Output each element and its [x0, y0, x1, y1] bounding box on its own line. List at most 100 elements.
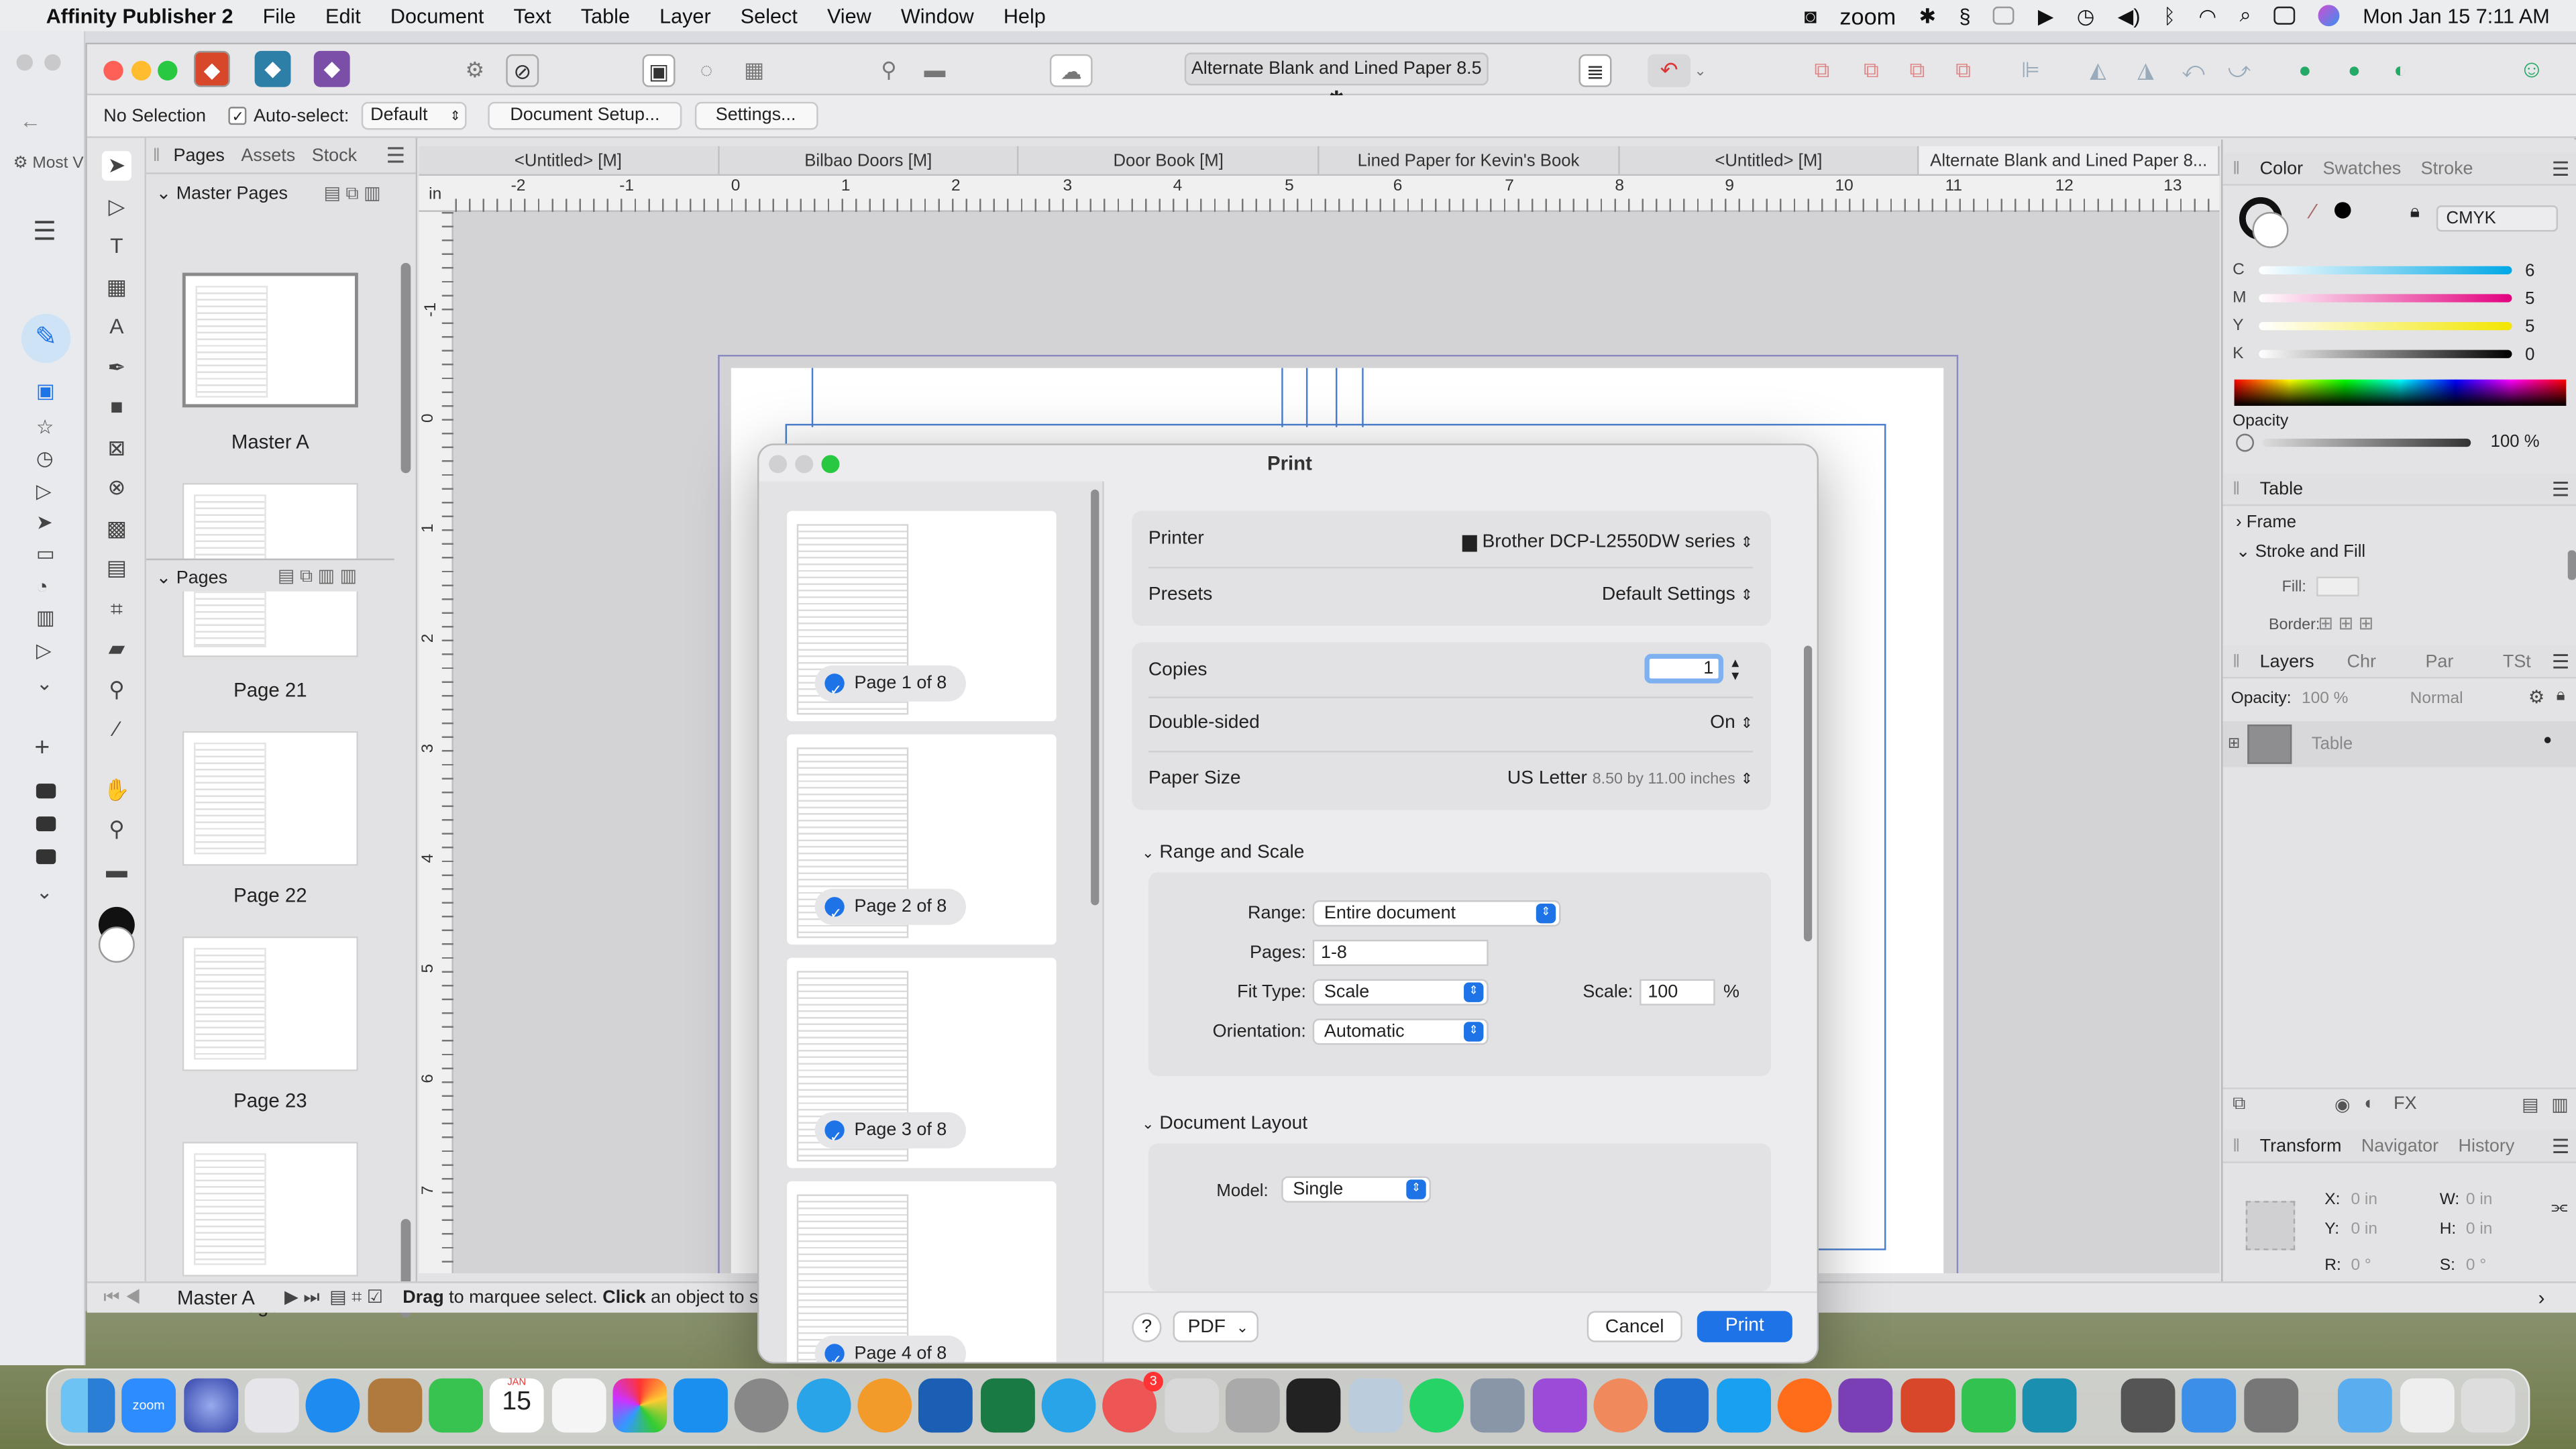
page-21-thumbnail[interactable] [182, 591, 358, 657]
page-24-thumbnail[interactable] [182, 1142, 358, 1277]
page-options-icon[interactable]: ▤ ⌗ ☑ [329, 1287, 383, 1309]
tab-swatches[interactable]: Swatches [2322, 158, 2401, 178]
camera-icon[interactable]: ◙ [1805, 4, 1817, 27]
eyedropper-tool-icon[interactable]: ⁄ [102, 714, 131, 744]
search-icon[interactable]: ⌕ [2240, 3, 2251, 28]
preview-scrollbar[interactable] [1091, 489, 1099, 906]
calendar-icon[interactable]: JAN 15 [489, 1378, 544, 1433]
mask-icon[interactable]: ⧉ [2233, 1094, 2245, 1116]
trash-icon[interactable]: ▥ [2551, 1094, 2568, 1115]
fx-icon[interactable]: FX [2394, 1094, 2416, 1114]
tab-tst[interactable]: TSt [2503, 651, 2531, 671]
channel-k-value[interactable]: 0 [2525, 345, 2534, 364]
tab-par[interactable]: Par [2425, 651, 2453, 671]
close-button[interactable] [103, 60, 123, 81]
move-tool-icon[interactable]: ➤ [101, 151, 131, 181]
crop-tool-icon[interactable]: ⌗ [102, 595, 131, 625]
menu-file[interactable]: File [263, 4, 296, 27]
mail-icon[interactable] [2182, 1378, 2237, 1433]
picture-frame-tool-icon[interactable]: ⊠ [102, 434, 131, 464]
page-23-thumbnail[interactable] [182, 936, 358, 1071]
tab-transform[interactable]: Transform [2260, 1136, 2342, 1155]
pencil-icon[interactable]: ✎ [21, 313, 71, 364]
photos-icon[interactable] [612, 1378, 667, 1433]
doc-tab[interactable]: Lined Paper for Kevin's Book [1320, 146, 1619, 174]
zoom-status[interactable]: zoom [1839, 3, 1896, 29]
scale-input[interactable]: 100 [1640, 979, 1715, 1006]
app-menu[interactable]: Affinity Publisher 2 [46, 4, 233, 27]
settings-scrollbar[interactable] [1803, 645, 1813, 942]
double-sided-row[interactable]: Double-sided On ⇕ [1148, 713, 1753, 733]
zoom-button[interactable] [158, 60, 178, 81]
boolean-subtract-icon[interactable]: ● [2338, 54, 2371, 87]
activity-icon[interactable] [2022, 1378, 2077, 1433]
chevron-down-icon[interactable]: ⌄ [1690, 54, 1710, 87]
chevron-down-icon[interactable]: ⌄ [36, 672, 53, 695]
text-frame-icon[interactable]: ≣ [1578, 54, 1612, 87]
send-icon[interactable]: ➤ [36, 511, 53, 534]
pin-icon[interactable]: ⚲ [872, 54, 905, 87]
color-dot[interactable] [2334, 202, 2351, 219]
channel-y-slider[interactable] [2259, 322, 2512, 331]
word-icon[interactable] [918, 1378, 973, 1433]
zoom-app-icon[interactable]: zoom [121, 1378, 176, 1433]
channel-k-slider[interactable] [2259, 350, 2512, 358]
boolean-add-icon[interactable]: ● [2288, 54, 2321, 87]
flip-h-icon[interactable]: ◭ [2082, 54, 2114, 87]
printer-app-icon[interactable] [1225, 1378, 1280, 1433]
inbox-icon[interactable]: ▣ [36, 380, 55, 402]
layer-row[interactable]: ⊞ Table ● [2222, 721, 2576, 767]
copies-stepper[interactable]: ▴ ▾ [1731, 655, 1739, 683]
affinity-photo-icon[interactable] [1838, 1378, 1893, 1433]
browser-min-button[interactable] [44, 54, 61, 71]
anchor-selector[interactable] [2245, 1201, 2296, 1250]
channel-m-value[interactable]: 5 [2525, 289, 2534, 309]
arrange-forward-icon[interactable]: ⧉ [1855, 54, 1888, 87]
label-icon[interactable]: ▷ [36, 480, 52, 502]
gear-icon[interactable]: ⚙ [2528, 687, 2544, 708]
printer-queue-icon[interactable] [2244, 1378, 2299, 1433]
tab-pages[interactable]: Pages [173, 146, 224, 165]
document-setup-button[interactable]: Document Setup... [488, 101, 682, 130]
channel-y-value[interactable]: 5 [2525, 317, 2534, 337]
fit-type-select[interactable]: Scale ⇕ [1312, 979, 1489, 1006]
tab-history[interactable]: History [2459, 1136, 2515, 1155]
adjustment-icon[interactable]: ◉ [2334, 1094, 2351, 1115]
affinity-publisher-icon[interactable] [1900, 1378, 1955, 1433]
menu-layer[interactable]: Layer [659, 4, 711, 27]
plus-icon[interactable]: + [34, 735, 50, 764]
snapping-icon[interactable]: ◌ [690, 54, 723, 87]
color-model-dropdown[interactable]: CMYK [2436, 205, 2559, 232]
chevron-right-icon[interactable]: › [2538, 1287, 2545, 1309]
artistic-text-tool-icon[interactable]: A [102, 312, 131, 341]
channel-c-value[interactable]: 6 [2525, 261, 2534, 280]
excel-icon[interactable] [981, 1378, 1035, 1433]
app-icon[interactable] [1717, 1378, 1772, 1433]
messages-icon[interactable] [429, 1378, 484, 1433]
zoom-tool-icon[interactable]: ⚲ [102, 815, 131, 845]
color-spectrum[interactable] [2234, 379, 2567, 406]
app-icon[interactable] [1593, 1378, 1648, 1433]
grid-icon[interactable]: ▦ [738, 54, 771, 87]
tab-stock[interactable]: Stock [312, 146, 357, 165]
facetime-icon[interactable] [1962, 1378, 2016, 1433]
sync-icon[interactable]: § [1959, 4, 1970, 27]
preview-label-4[interactable]: ✓ Page 4 of 8 [814, 1336, 967, 1362]
horizontal-ruler[interactable]: in -2 -1 0 1 2 3 4 5 6 7 8 9 10 11 12 13 [419, 176, 2220, 212]
autoselect-checkbox[interactable]: ✓ [229, 107, 248, 125]
label-dot-icon[interactable] [36, 849, 56, 865]
tag-icon[interactable]: ▷ [36, 639, 52, 662]
tab-navigator[interactable]: Navigator [2361, 1136, 2438, 1155]
doc-tab-active[interactable]: Alternate Blank and Lined Paper 8... [1919, 146, 2220, 174]
pen-tool-icon[interactable]: ✒ [102, 354, 131, 383]
settings-button[interactable]: Settings... [694, 101, 818, 130]
fill-swatch-box[interactable] [2316, 576, 2359, 596]
doc-tab[interactable]: Door Book [M] [1019, 146, 1320, 174]
link-proportions-icon[interactable]: ⫘ [2551, 1197, 2567, 1219]
orientation-select[interactable]: Automatic ⇕ [1312, 1018, 1489, 1045]
table-scrollbar[interactable] [2567, 550, 2576, 580]
autoselect-dropdown[interactable]: Default ⇕ [362, 101, 468, 130]
x-value[interactable]: 0 in [2351, 1191, 2377, 1210]
y-value[interactable]: 0 in [2351, 1221, 2377, 1239]
printer-row[interactable]: Printer ▆ Brother DCP-L2550DW series ⇕ [1148, 529, 1753, 552]
